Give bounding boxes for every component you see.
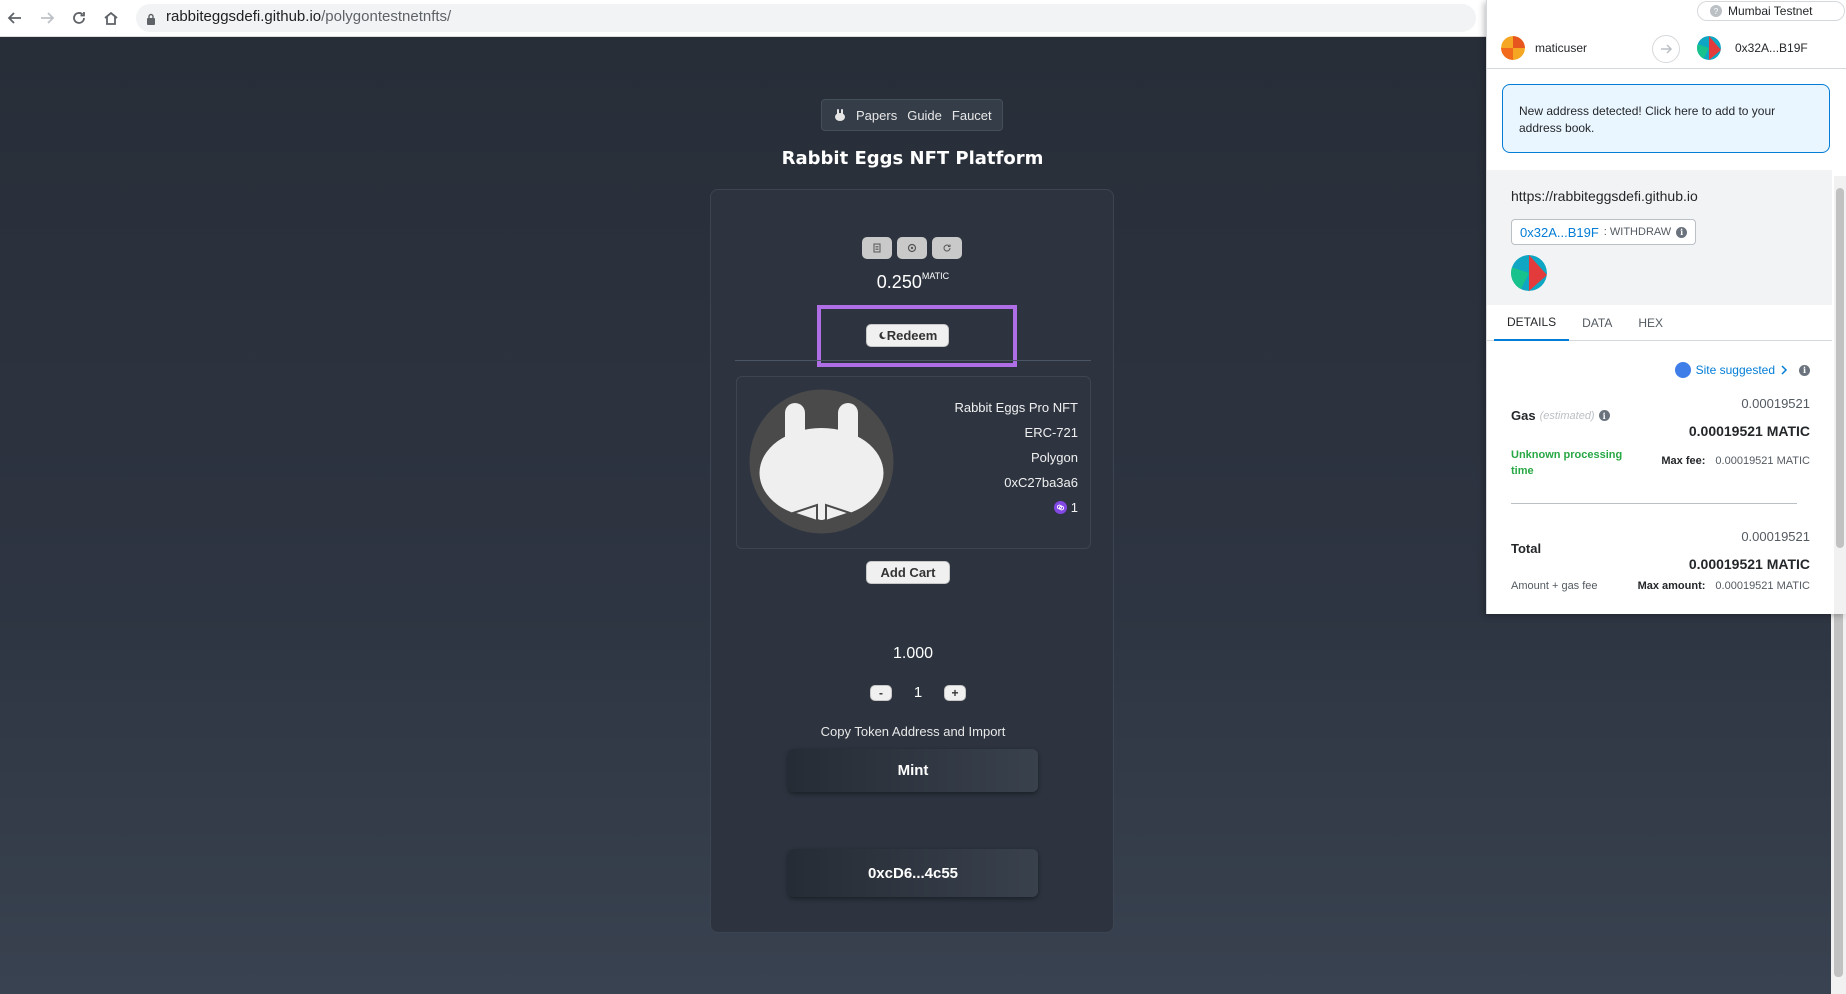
total-value-matic: 0.00019521 MATIC	[1688, 556, 1810, 572]
quantity-minus-button[interactable]: -	[870, 684, 892, 701]
nft-details: Rabbit Eggs Pro NFT ERC-721 Polygon 0xC2…	[954, 395, 1078, 520]
nft-item: Rabbit Eggs Pro NFT ERC-721 Polygon 0xC2…	[736, 376, 1091, 549]
network-name: Mumbai Testnet	[1728, 4, 1813, 18]
nav-guide[interactable]: Guide	[907, 108, 942, 123]
unknown-processing-time: Unknown processing time	[1511, 449, 1623, 477]
nft-owned: 1	[954, 495, 1078, 520]
url-text[interactable]: rabbiteggsdefi.github.io/polygontestnetn…	[166, 8, 451, 25]
nft-contract: 0xC27ba3a6	[1004, 475, 1078, 490]
to-account-address[interactable]: 0x32A...B19F	[1735, 41, 1808, 55]
mint-button[interactable]: Mint	[788, 749, 1038, 792]
max-fee-value: 0.00019521 MATIC	[1715, 455, 1810, 467]
rabbit-logo-icon[interactable]	[832, 107, 848, 123]
details-divider	[1511, 503, 1797, 504]
quantity-stepper: - 1 +	[870, 684, 966, 701]
quantity-plus-button[interactable]: +	[944, 684, 966, 701]
balance-display: 0.250MATIC	[711, 271, 1115, 293]
tab-details[interactable]: DETAILS	[1494, 305, 1570, 341]
contract-avatar	[1511, 255, 1547, 291]
back-icon[interactable]	[4, 7, 26, 29]
gas-value: 0.00019521	[1741, 396, 1810, 411]
redeem-button[interactable]: Redeem	[866, 324, 949, 347]
tab-hex[interactable]: HEX	[1625, 305, 1676, 341]
nft-card: 0.250MATIC Redeem Rabbit Eggs Pro NFT ER…	[710, 189, 1114, 933]
gas-label: Gas	[1511, 408, 1536, 423]
method-name: : WITHDRAW	[1603, 226, 1672, 238]
url-path: /polygontestnetnfts/	[321, 8, 452, 25]
moon-icon	[879, 331, 886, 340]
question-icon: ?	[1710, 5, 1722, 17]
site-suggested-link[interactable]: Site suggested i	[1674, 362, 1810, 378]
top-nav: Papers Guide Faucet	[821, 99, 1003, 131]
tool-row	[862, 237, 962, 259]
max-fee-label: Max fee:	[1661, 455, 1706, 467]
copy-token-text[interactable]: Copy Token Address and Import	[711, 724, 1115, 739]
gas-estimated: (estimated)	[1539, 409, 1595, 422]
to-account-avatar	[1697, 36, 1721, 60]
card-divider	[735, 360, 1091, 361]
popup-scrollbar-thumb[interactable]	[1836, 188, 1844, 548]
price-display: 1.000	[892, 645, 934, 662]
nft-standard: ERC-721	[1024, 425, 1078, 440]
nft-chain: Polygon	[1031, 450, 1078, 465]
nft-name: Rabbit Eggs Pro NFT	[954, 400, 1078, 415]
tab-data[interactable]: DATA	[1569, 305, 1625, 341]
gas-label-row: Gas (estimated) i	[1511, 408, 1610, 423]
document-icon[interactable]	[862, 237, 892, 259]
account-header: maticuser 0x32A...B19F	[1487, 27, 1846, 69]
origin-url: https://rabbiteggsdefi.github.io	[1511, 188, 1698, 204]
chevron-right-icon	[1781, 365, 1788, 375]
network-selector[interactable]: ? Mumbai Testnet	[1697, 1, 1845, 21]
from-account-name[interactable]: maticuser	[1535, 41, 1587, 55]
settings-icon[interactable]	[897, 237, 927, 259]
total-label: Total	[1511, 541, 1542, 556]
new-address-alert[interactable]: New address detected! Click here to add …	[1502, 84, 1830, 153]
gas-value-matic: 0.00019521 MATIC	[1688, 423, 1810, 439]
balance-unit: MATIC	[921, 271, 950, 281]
max-amount-value: 0.00019521 MATIC	[1715, 580, 1810, 592]
reload-icon[interactable]	[68, 7, 90, 29]
method-badge[interactable]: 0x32A...B19F : WITHDRAW i	[1511, 219, 1697, 245]
add-cart-button[interactable]: Add Cart	[866, 561, 950, 584]
lock-icon[interactable]	[146, 11, 156, 30]
balance-value: 0.250	[876, 272, 922, 292]
info-icon[interactable]: i	[1799, 364, 1810, 376]
max-amount-row: Max amount: 0.00019521 MATIC	[1638, 580, 1810, 592]
metamask-popup: ? Mumbai Testnet maticuser 0x32A...B19F …	[1486, 0, 1846, 614]
info-icon[interactable]: i	[1676, 226, 1688, 238]
nft-owned-count: 1	[1070, 500, 1078, 515]
popup-scrollbar[interactable]	[1834, 176, 1846, 614]
total-value: 0.00019521	[1741, 529, 1810, 544]
nav-papers[interactable]: Papers	[856, 108, 897, 123]
quantity-value: 1	[913, 684, 923, 701]
max-fee-row: Max fee: 0.00019521 MATIC	[1661, 455, 1810, 467]
from-account-avatar	[1501, 36, 1525, 60]
max-amount-label: Max amount:	[1637, 580, 1706, 592]
refresh-icon[interactable]	[932, 237, 962, 259]
globe-icon	[1674, 362, 1691, 378]
nav-faucet[interactable]: Faucet	[952, 108, 992, 123]
home-icon[interactable]	[100, 7, 122, 29]
rabbit-nft-image	[749, 389, 894, 534]
info-icon[interactable]: i	[1598, 410, 1610, 421]
redeem-label: Redeem	[886, 328, 938, 343]
polygon-icon	[1053, 501, 1067, 514]
method-address[interactable]: 0x32A...B19F	[1520, 225, 1599, 240]
arrow-right-icon	[1652, 35, 1680, 63]
token-address-button[interactable]: 0xcD6...4c55	[788, 849, 1038, 897]
amount-gas-label: Amount + gas fee	[1511, 580, 1598, 592]
url-domain: rabbiteggsdefi.github.io	[166, 8, 322, 25]
details-tabs: DETAILS DATA HEX	[1487, 305, 1832, 341]
forward-icon[interactable]	[36, 7, 58, 29]
site-suggested-label: Site suggested	[1695, 363, 1775, 377]
